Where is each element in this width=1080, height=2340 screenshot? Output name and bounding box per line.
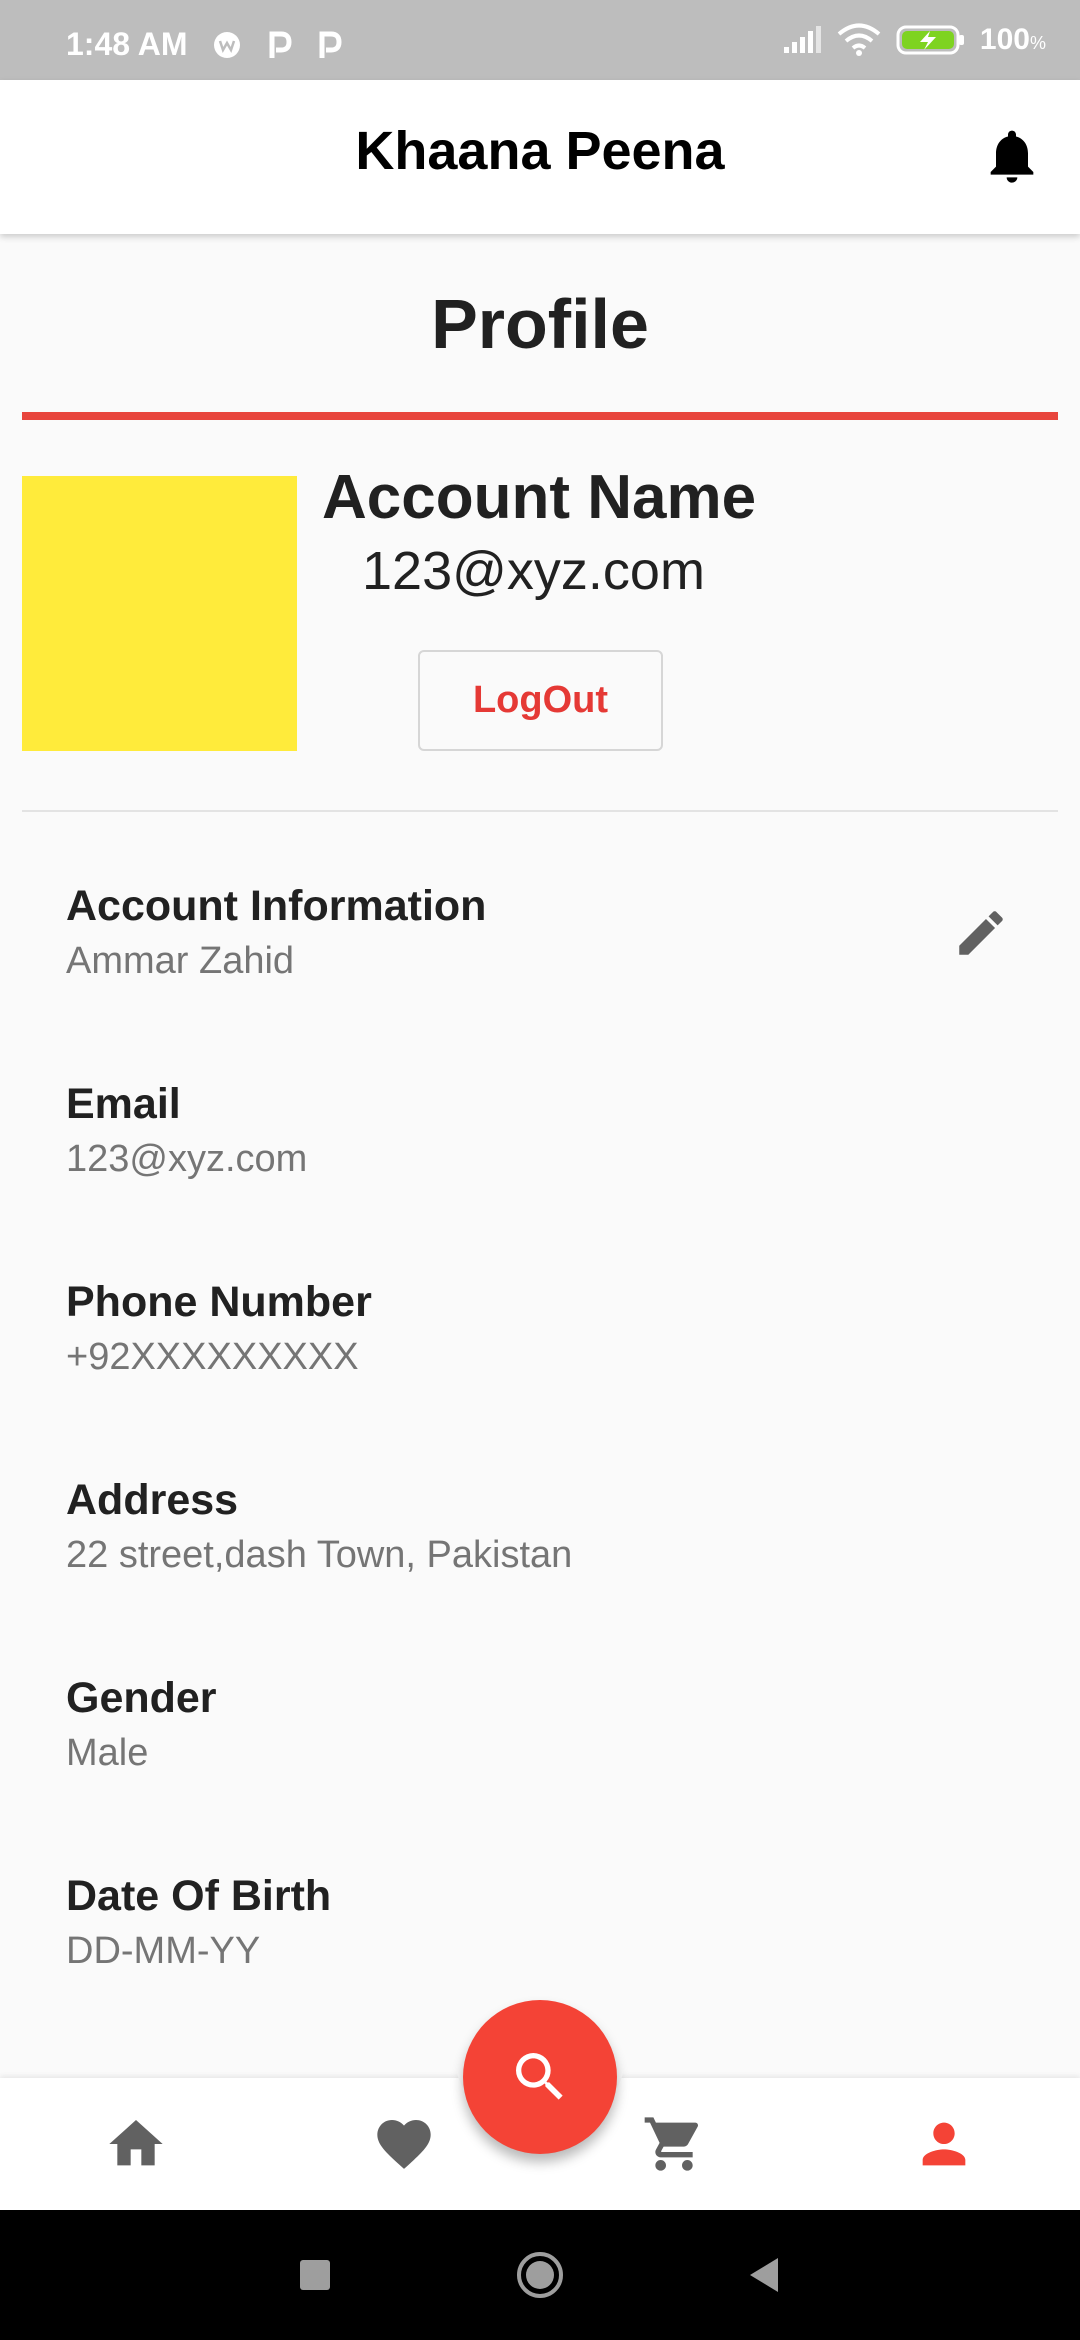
info-gender: Gender Male — [66, 1672, 966, 1776]
info-value: DD-MM-YY — [66, 1930, 261, 1972]
recents-icon[interactable] — [290, 2250, 340, 2300]
search-icon — [516, 2053, 563, 2100]
page-title: Profile — [431, 285, 649, 363]
info-value: 123@xyz.com — [66, 1138, 308, 1180]
parking-icon — [269, 31, 292, 58]
whatsapp-icon — [214, 32, 240, 58]
info-value: Ammar Zahid — [66, 940, 295, 982]
divider — [22, 810, 1058, 812]
info-label: Phone Number — [66, 1278, 372, 1326]
info-label: Date Of Birth — [66, 1872, 332, 1920]
status-time: 1:48 AM — [66, 26, 188, 62]
edit-icon[interactable] — [952, 904, 1010, 962]
bell-icon[interactable] — [980, 124, 1044, 188]
info-value: 22 street,dash Town, Pakistan — [66, 1534, 573, 1576]
profile-icon[interactable] — [912, 2112, 976, 2176]
search-fab[interactable] — [463, 2000, 617, 2154]
info-value: +92XXXXXXXXX — [66, 1336, 359, 1378]
info-email: Email 123@xyz.com — [66, 1078, 966, 1182]
app-title: Khaana Peena — [355, 121, 725, 181]
wifi-icon — [837, 23, 881, 56]
info-address: Address 22 street,dash Town, Pakistan — [66, 1474, 966, 1578]
info-label: Account Information — [66, 882, 487, 930]
favorite-icon[interactable] — [372, 2112, 436, 2176]
info-date-of-birth: Date Of Birth DD-MM-YY — [66, 1870, 966, 1974]
home-icon[interactable] — [104, 2112, 168, 2176]
info-label: Address — [66, 1476, 239, 1524]
info-label: Email — [66, 1080, 181, 1128]
battery-level: 100 — [979, 23, 1030, 56]
home-button-icon[interactable] — [515, 2250, 565, 2300]
system-nav-bar — [0, 2210, 1080, 2340]
account-name: Account Name — [322, 463, 757, 532]
logout-button[interactable]: LogOut — [418, 650, 663, 751]
signal-icon — [783, 26, 821, 53]
avatar[interactable] — [22, 476, 297, 751]
status-bar: 1:48 AM 100% — [0, 0, 1080, 80]
back-icon[interactable] — [740, 2250, 790, 2300]
info-label: Gender — [66, 1674, 217, 1722]
info-phone-number: Phone Number +92XXXXXXXXX — [66, 1276, 966, 1380]
title-underline — [22, 412, 1058, 420]
battery-charging-icon — [896, 25, 964, 55]
account-email: 123@xyz.com — [362, 541, 705, 601]
info-account-information: Account Information Ammar Zahid — [66, 880, 966, 984]
battery-unit: % — [1029, 33, 1046, 53]
cart-icon[interactable] — [642, 2112, 706, 2176]
status-indicators: 100% — [782, 22, 1046, 58]
app-bar: Khaana Peena — [0, 80, 1080, 234]
parking-icon — [319, 31, 342, 58]
info-value: Male — [66, 1732, 149, 1774]
